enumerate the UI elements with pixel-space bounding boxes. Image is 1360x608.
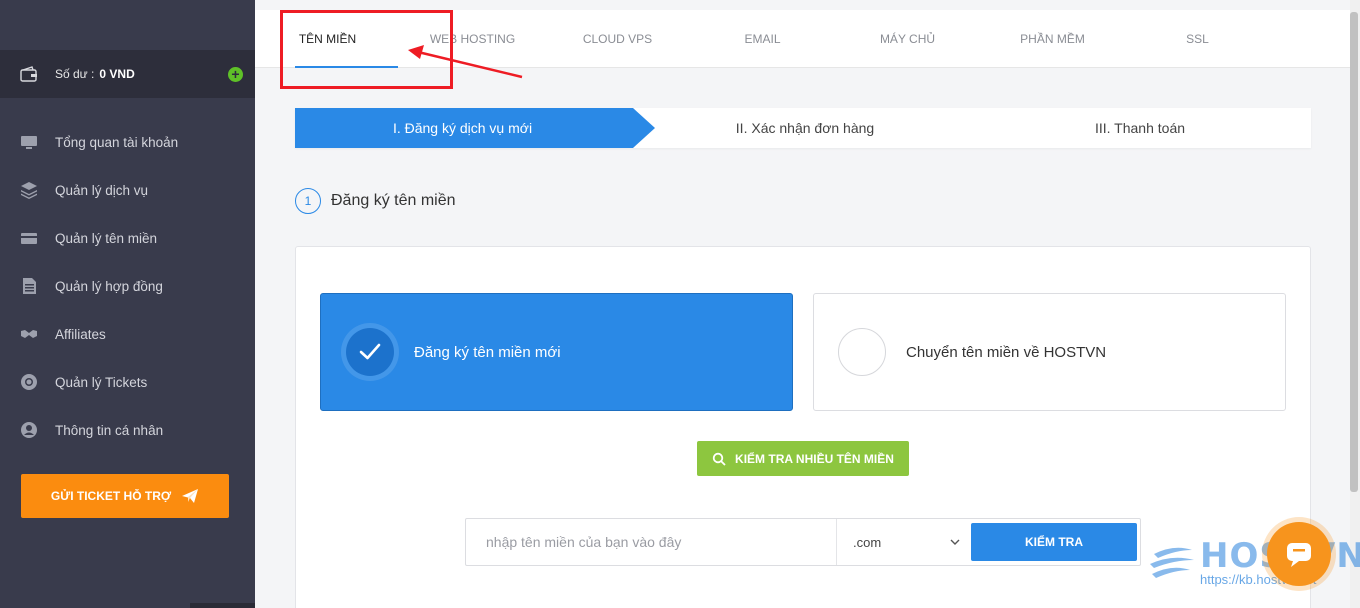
sidebar-nav: Tổng quan tài khoản Quản lý dịch vụ Quản… (0, 118, 255, 454)
scrollbar-thumb[interactable] (1350, 12, 1358, 492)
sidebar-item-domains[interactable]: Quản lý tên miền (0, 214, 255, 262)
sidebar-item-tickets[interactable]: Quản lý Tickets (0, 358, 255, 406)
option-new-domain-label: Đăng ký tên miền mới (414, 343, 561, 361)
step-label: I. Đăng ký dịch vụ mới (392, 120, 533, 136)
step-label: II. Xác nhận đơn hàng (735, 120, 875, 136)
domain-search-bar: .com KIỂM TRA (465, 518, 1141, 566)
tab-web-hosting[interactable]: WEB HOSTING (400, 10, 545, 68)
tab-email[interactable]: EMAIL (690, 10, 835, 68)
layers-icon (21, 182, 37, 199)
paper-plane-icon (182, 489, 199, 503)
sidebar: Số dư : 0 VND + Tổng quan tài khoản Quản… (0, 0, 255, 608)
page-scrollbar[interactable] (1350, 0, 1360, 608)
check-circle-icon (346, 328, 394, 376)
chat-button[interactable] (1267, 522, 1331, 586)
tab-server[interactable]: MÁY CHỦ (835, 10, 980, 68)
sidebar-item-label: Tổng quan tài khoản (55, 134, 179, 150)
tab-software[interactable]: PHẦN MỀM (980, 10, 1125, 68)
sidebar-item-label: Thông tin cá nhân (55, 422, 164, 438)
check-multiple-label: KIỂM TRA NHIỀU TÊN MIỀN (735, 451, 894, 466)
lifebuoy-icon (21, 374, 37, 390)
tab-ssl[interactable]: SSL (1125, 10, 1270, 68)
send-ticket-label: GỬI TICKET HỖ TRỢ (50, 489, 172, 503)
send-ticket-button[interactable]: GỬI TICKET HỖ TRỢ (21, 474, 229, 518)
option-new-domain[interactable]: Đăng ký tên miền mới (320, 293, 793, 411)
step-register: I. Đăng ký dịch vụ mới (295, 108, 655, 148)
monitor-icon (21, 136, 37, 149)
option-transfer-domain[interactable]: Chuyển tên miền về HOSTVN (813, 293, 1286, 411)
sidebar-item-label: Quản lý dịch vụ (55, 182, 149, 198)
option-transfer-domain-label: Chuyển tên miền về HOSTVN (906, 343, 1107, 361)
check-domain-button[interactable]: KIỂM TRA (971, 523, 1137, 561)
tld-selected-value: .com (853, 534, 882, 550)
step-confirm: II. Xác nhận đơn hàng (655, 108, 955, 148)
sidebar-item-overview[interactable]: Tổng quan tài khoản (0, 118, 255, 166)
step-label: III. Thanh toán (1094, 120, 1186, 136)
section-title: Đăng ký tên miền (331, 192, 456, 209)
tab-domain[interactable]: TÊN MIỀN (255, 10, 400, 68)
search-icon (712, 452, 726, 466)
tld-select[interactable]: .com (836, 519, 968, 565)
wallet-icon (20, 66, 37, 82)
balance-value: 0 VND (99, 67, 135, 81)
order-steps: I. Đăng ký dịch vụ mới II. Xác nhận đơn … (295, 108, 1311, 148)
sidebar-item-profile[interactable]: Thông tin cá nhân (0, 406, 255, 454)
check-multiple-domains-button[interactable]: KIỂM TRA NHIỀU TÊN MIỀN (697, 441, 909, 476)
sidebar-item-label: Quản lý Tickets (55, 374, 148, 390)
sidebar-item-label: Quản lý hợp đồng (55, 278, 163, 294)
add-funds-icon[interactable]: + (228, 67, 243, 82)
sidebar-item-affiliates[interactable]: Affiliates (0, 310, 255, 358)
service-tabs-bar: TÊN MIỀN WEB HOSTING CLOUD VPS EMAIL MÁY… (255, 0, 1350, 68)
chevron-down-icon (950, 539, 960, 545)
balance-label: Số dư : (55, 67, 95, 81)
sidebar-item-contracts[interactable]: Quản lý hợp đồng (0, 262, 255, 310)
chat-icon (1287, 543, 1311, 567)
service-tabs: TÊN MIỀN WEB HOSTING CLOUD VPS EMAIL MÁY… (255, 10, 1270, 68)
radio-circle-icon (838, 328, 886, 376)
section-number-badge: 1 (295, 188, 321, 214)
sidebar-item-label: Quản lý tên miền (55, 230, 158, 246)
balance-bar: Số dư : 0 VND + (0, 50, 255, 98)
sidebar-scroll-edge (190, 603, 255, 608)
handshake-icon (21, 330, 37, 338)
tab-cloud-vps[interactable]: CLOUD VPS (545, 10, 690, 68)
card-icon (21, 233, 37, 244)
user-icon (21, 422, 37, 438)
domain-search-input[interactable] (466, 519, 836, 565)
document-icon (23, 278, 36, 294)
checkmark-icon (359, 343, 381, 360)
sidebar-item-label: Affiliates (55, 326, 106, 342)
step-payment: III. Thanh toán (985, 108, 1295, 148)
sidebar-item-services[interactable]: Quản lý dịch vụ (0, 166, 255, 214)
